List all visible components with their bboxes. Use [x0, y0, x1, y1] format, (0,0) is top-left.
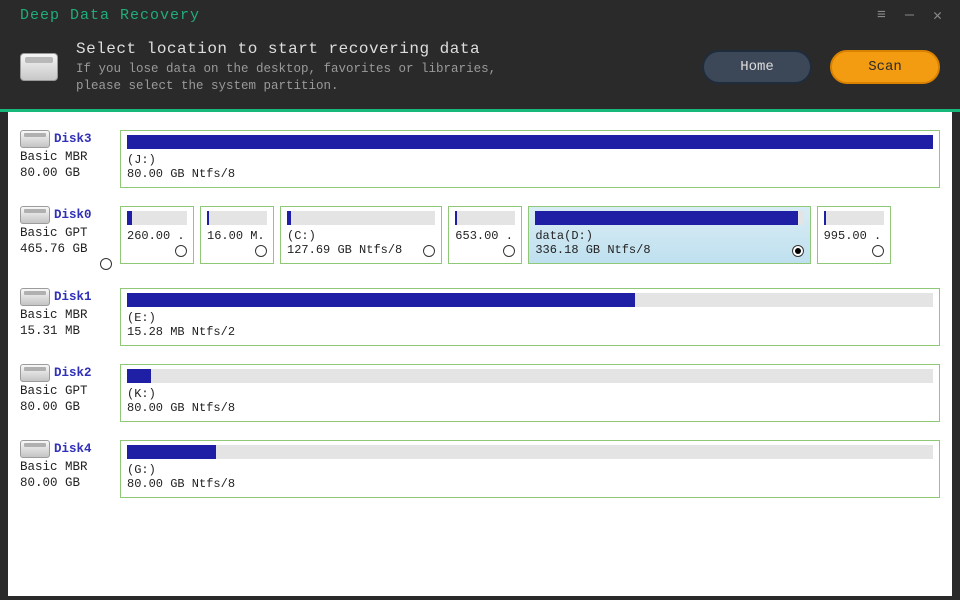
partition[interactable]: 653.00 .: [448, 206, 522, 264]
disk-row: Disk2 Basic GPT 80.00 GB (K:)80.00 GB Ntfs/…: [20, 364, 940, 422]
usage-bar: [127, 135, 933, 149]
partition[interactable]: (J:)80.00 GB Ntfs/8: [120, 130, 940, 188]
partition-detail: 15.28 MB Ntfs/2: [127, 325, 933, 339]
usage-bar: [207, 211, 267, 225]
partition-radio[interactable]: [792, 245, 804, 257]
partition-radio[interactable]: [503, 245, 515, 257]
disk-row: Disk0 Basic GPT 465.76 GB 260.00 . 16.00 M. (…: [20, 206, 940, 270]
partition-detail: 127.69 GB Ntfs/8: [287, 243, 435, 257]
partition[interactable]: data(D:)336.18 GB Ntfs/8: [528, 206, 810, 264]
app-title: Deep Data Recovery: [20, 7, 200, 24]
disk-type: Basic MBR: [20, 460, 112, 474]
partition-group: (G:)80.00 GB Ntfs/8: [120, 440, 940, 498]
usage-bar: [535, 211, 803, 225]
partition-label: (G:): [127, 463, 933, 477]
usage-bar: [127, 211, 187, 225]
scan-button[interactable]: Scan: [830, 50, 940, 84]
header: Select location to start recovering data…: [0, 30, 960, 112]
disk-row: Disk4 Basic MBR 80.00 GB (G:)80.00 GB Ntfs/…: [20, 440, 940, 498]
usage-bar: [127, 445, 933, 459]
disk-name: Disk0: [54, 208, 92, 222]
partition-detail: 16.00 M.: [207, 229, 267, 243]
partition-radio[interactable]: [255, 245, 267, 257]
partition-detail: 995.00 .: [824, 229, 884, 243]
usage-bar: [455, 211, 515, 225]
disk-type: Basic GPT: [20, 384, 112, 398]
partition[interactable]: 260.00 .: [120, 206, 194, 264]
disk-size: 80.00 GB: [20, 476, 112, 490]
partition[interactable]: (E:)15.28 MB Ntfs/2: [120, 288, 940, 346]
disk-name: Disk4: [54, 442, 92, 456]
partition-label: (C:): [287, 229, 435, 243]
partition[interactable]: (C:)127.69 GB Ntfs/8: [280, 206, 442, 264]
disk-radio[interactable]: [100, 258, 112, 270]
partition[interactable]: (K:)80.00 GB Ntfs/8: [120, 364, 940, 422]
disk-type: Basic MBR: [20, 308, 112, 322]
disk-type: Basic MBR: [20, 150, 112, 164]
disk-icon: [20, 440, 50, 458]
disk-header: Disk4 Basic MBR 80.00 GB: [20, 440, 112, 490]
partition[interactable]: 16.00 M.: [200, 206, 274, 264]
partition-radio[interactable]: [423, 245, 435, 257]
partition-label: (J:): [127, 153, 933, 167]
partition-radio[interactable]: [872, 245, 884, 257]
disk-icon: [20, 288, 50, 306]
menu-icon[interactable]: ≡: [868, 1, 896, 29]
disk-header: Disk3 Basic MBR 80.00 GB: [20, 130, 112, 180]
partition-detail: 80.00 GB Ntfs/8: [127, 477, 933, 491]
partition-group: (E:)15.28 MB Ntfs/2: [120, 288, 940, 346]
partition-label: (E:): [127, 311, 933, 325]
partition-detail: 653.00 .: [455, 229, 515, 243]
disk-header: Disk2 Basic GPT 80.00 GB: [20, 364, 112, 414]
partition-detail: 80.00 GB Ntfs/8: [127, 401, 933, 415]
disk-header: Disk0 Basic GPT 465.76 GB: [20, 206, 112, 270]
partition-group: (J:)80.00 GB Ntfs/8: [120, 130, 940, 188]
disk-size: 80.00 GB: [20, 400, 112, 414]
disk-name: Disk3: [54, 132, 92, 146]
partition-detail: 260.00 .: [127, 229, 187, 243]
disk-type: Basic GPT: [20, 226, 112, 240]
minimize-button[interactable]: —: [896, 1, 924, 29]
usage-bar: [127, 293, 933, 307]
partition[interactable]: 995.00 .: [817, 206, 891, 264]
disk-name: Disk1: [54, 290, 92, 304]
title-bar: Deep Data Recovery ≡ — ✕: [0, 0, 960, 30]
header-title: Select location to start recovering data: [76, 40, 684, 58]
partition-group: 260.00 . 16.00 M. (C:)127.69 GB Ntfs/8 653.…: [120, 206, 940, 264]
disk-name: Disk2: [54, 366, 92, 380]
disk-size: 465.76 GB: [20, 242, 112, 256]
disk-row: Disk1 Basic MBR 15.31 MB (E:)15.28 MB Ntfs/…: [20, 288, 940, 346]
drive-icon: [20, 53, 58, 81]
usage-bar: [287, 211, 435, 225]
disk-size: 15.31 MB: [20, 324, 112, 338]
partition-label: (K:): [127, 387, 933, 401]
disk-icon: [20, 364, 50, 382]
disk-size: 80.00 GB: [20, 166, 112, 180]
usage-bar: [127, 369, 933, 383]
disk-row: Disk3 Basic MBR 80.00 GB (J:)80.00 GB Ntfs/…: [20, 130, 940, 188]
usage-bar: [824, 211, 884, 225]
header-subtitle: If you lose data on the desktop, favorit…: [76, 61, 684, 95]
disk-icon: [20, 206, 50, 224]
partition[interactable]: (G:)80.00 GB Ntfs/8: [120, 440, 940, 498]
close-button[interactable]: ✕: [924, 1, 952, 29]
disk-header: Disk1 Basic MBR 15.31 MB: [20, 288, 112, 338]
disk-icon: [20, 130, 50, 148]
partition-label: data(D:): [535, 229, 803, 243]
disk-list: Disk3Basic MBR80.00 GB(J:)80.00 GB Ntfs/…: [8, 112, 952, 596]
partition-radio[interactable]: [175, 245, 187, 257]
partition-group: (K:)80.00 GB Ntfs/8: [120, 364, 940, 422]
partition-detail: 80.00 GB Ntfs/8: [127, 167, 933, 181]
partition-detail: 336.18 GB Ntfs/8: [535, 243, 803, 257]
home-button[interactable]: Home: [702, 50, 812, 84]
